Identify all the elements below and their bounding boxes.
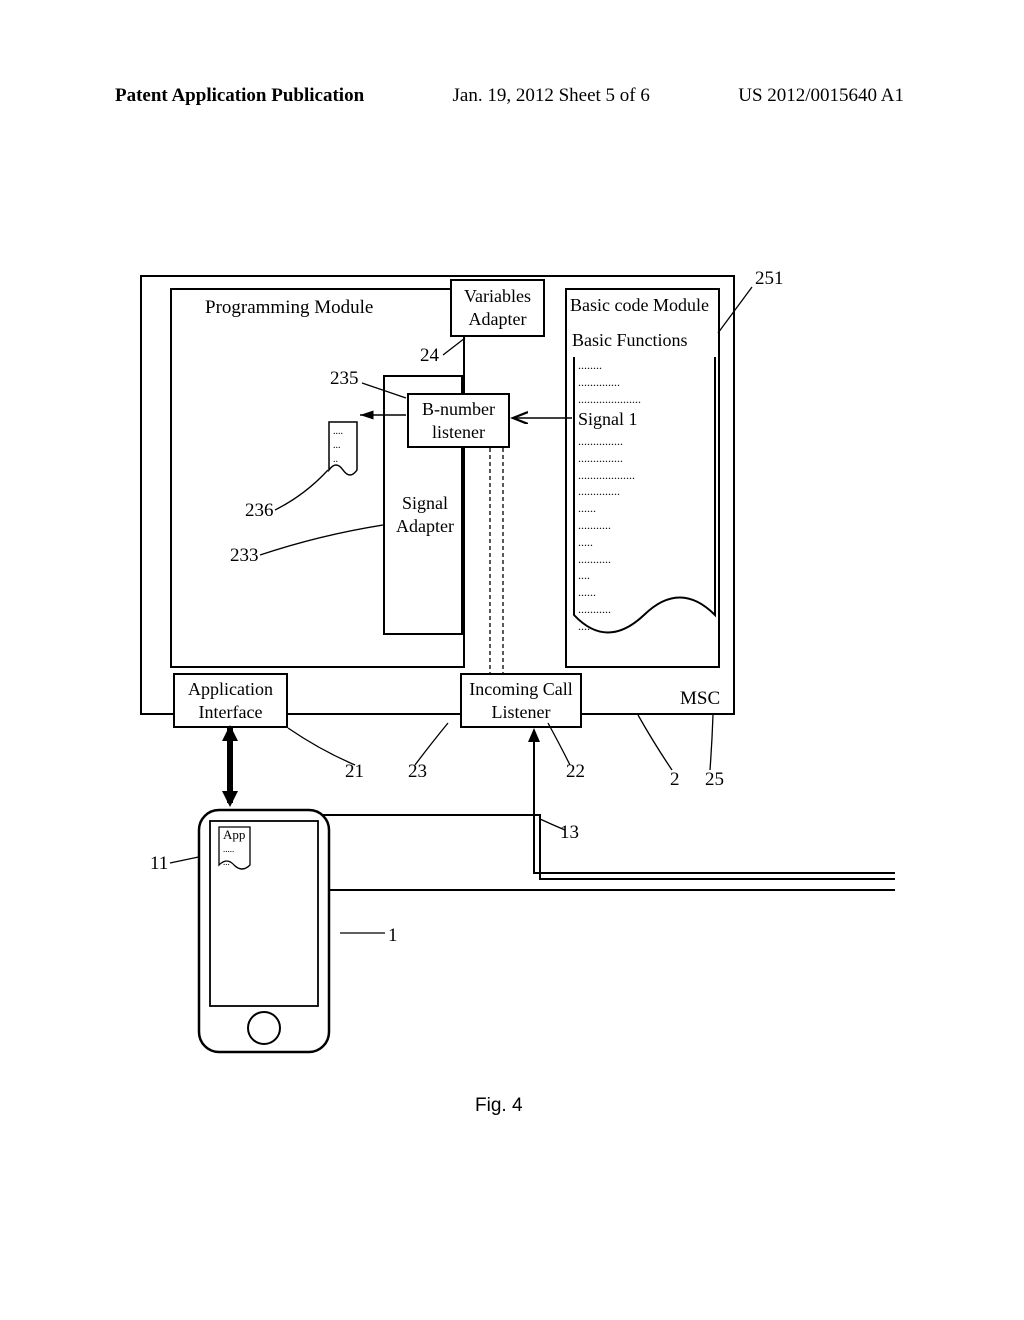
app-label: App: [223, 827, 245, 843]
ref-21: 21: [345, 761, 364, 783]
header-center: Jan. 19, 2012 Sheet 5 of 6: [453, 85, 650, 107]
ref-11: 11: [150, 853, 168, 875]
ref-2: 2: [670, 769, 680, 791]
code-dots: ........................................…: [578, 357, 641, 407]
small-document-icon: [327, 420, 359, 483]
basic-functions-label: Basic Functions: [572, 330, 717, 351]
small-doc-dots: .........: [333, 425, 343, 467]
code-dots-2: ........................................…: [578, 433, 635, 635]
figure-caption: Fig. 4: [475, 1095, 523, 1117]
ref-236: 236: [245, 500, 274, 522]
ref-24: 24: [420, 345, 439, 367]
app-dots: ........: [223, 843, 234, 868]
ref-235: 235: [330, 368, 359, 390]
incoming-listener-box: Incoming Call Listener: [460, 673, 582, 728]
signal-adapter-label: Signal Adapter: [390, 492, 460, 539]
programming-module-label: Programming Module: [205, 297, 373, 319]
app-interface-box: Application Interface: [173, 673, 288, 728]
ref-233: 233: [230, 545, 259, 567]
header-left: Patent Application Publication: [115, 85, 364, 107]
basic-code-module-label: Basic code Module: [570, 295, 709, 316]
phone-icon: [194, 805, 334, 1057]
ref-13: 13: [560, 822, 579, 844]
msc-label: MSC: [680, 688, 720, 710]
bnumber-listener-box: B-number listener: [407, 393, 510, 448]
diagram-container: Programming Module Signal Adapter Variab…: [140, 275, 895, 1065]
variables-adapter-label: Variables Adapter: [464, 286, 531, 329]
bnumber-listener-label: B-number listener: [422, 399, 495, 442]
ref-1: 1: [388, 925, 398, 947]
ref-22: 22: [566, 761, 585, 783]
ref-23: 23: [408, 761, 427, 783]
signal1-label: Signal 1: [578, 409, 638, 430]
incoming-listener-label: Incoming Call Listener: [469, 679, 572, 722]
ref-25: 25: [705, 769, 724, 791]
header-right: US 2012/0015640 A1: [738, 85, 904, 107]
ref-251: 251: [755, 268, 784, 290]
variables-adapter-box: Variables Adapter: [450, 279, 545, 337]
app-interface-label: Application Interface: [188, 679, 273, 722]
page-header: Patent Application Publication Jan. 19, …: [0, 85, 1024, 107]
